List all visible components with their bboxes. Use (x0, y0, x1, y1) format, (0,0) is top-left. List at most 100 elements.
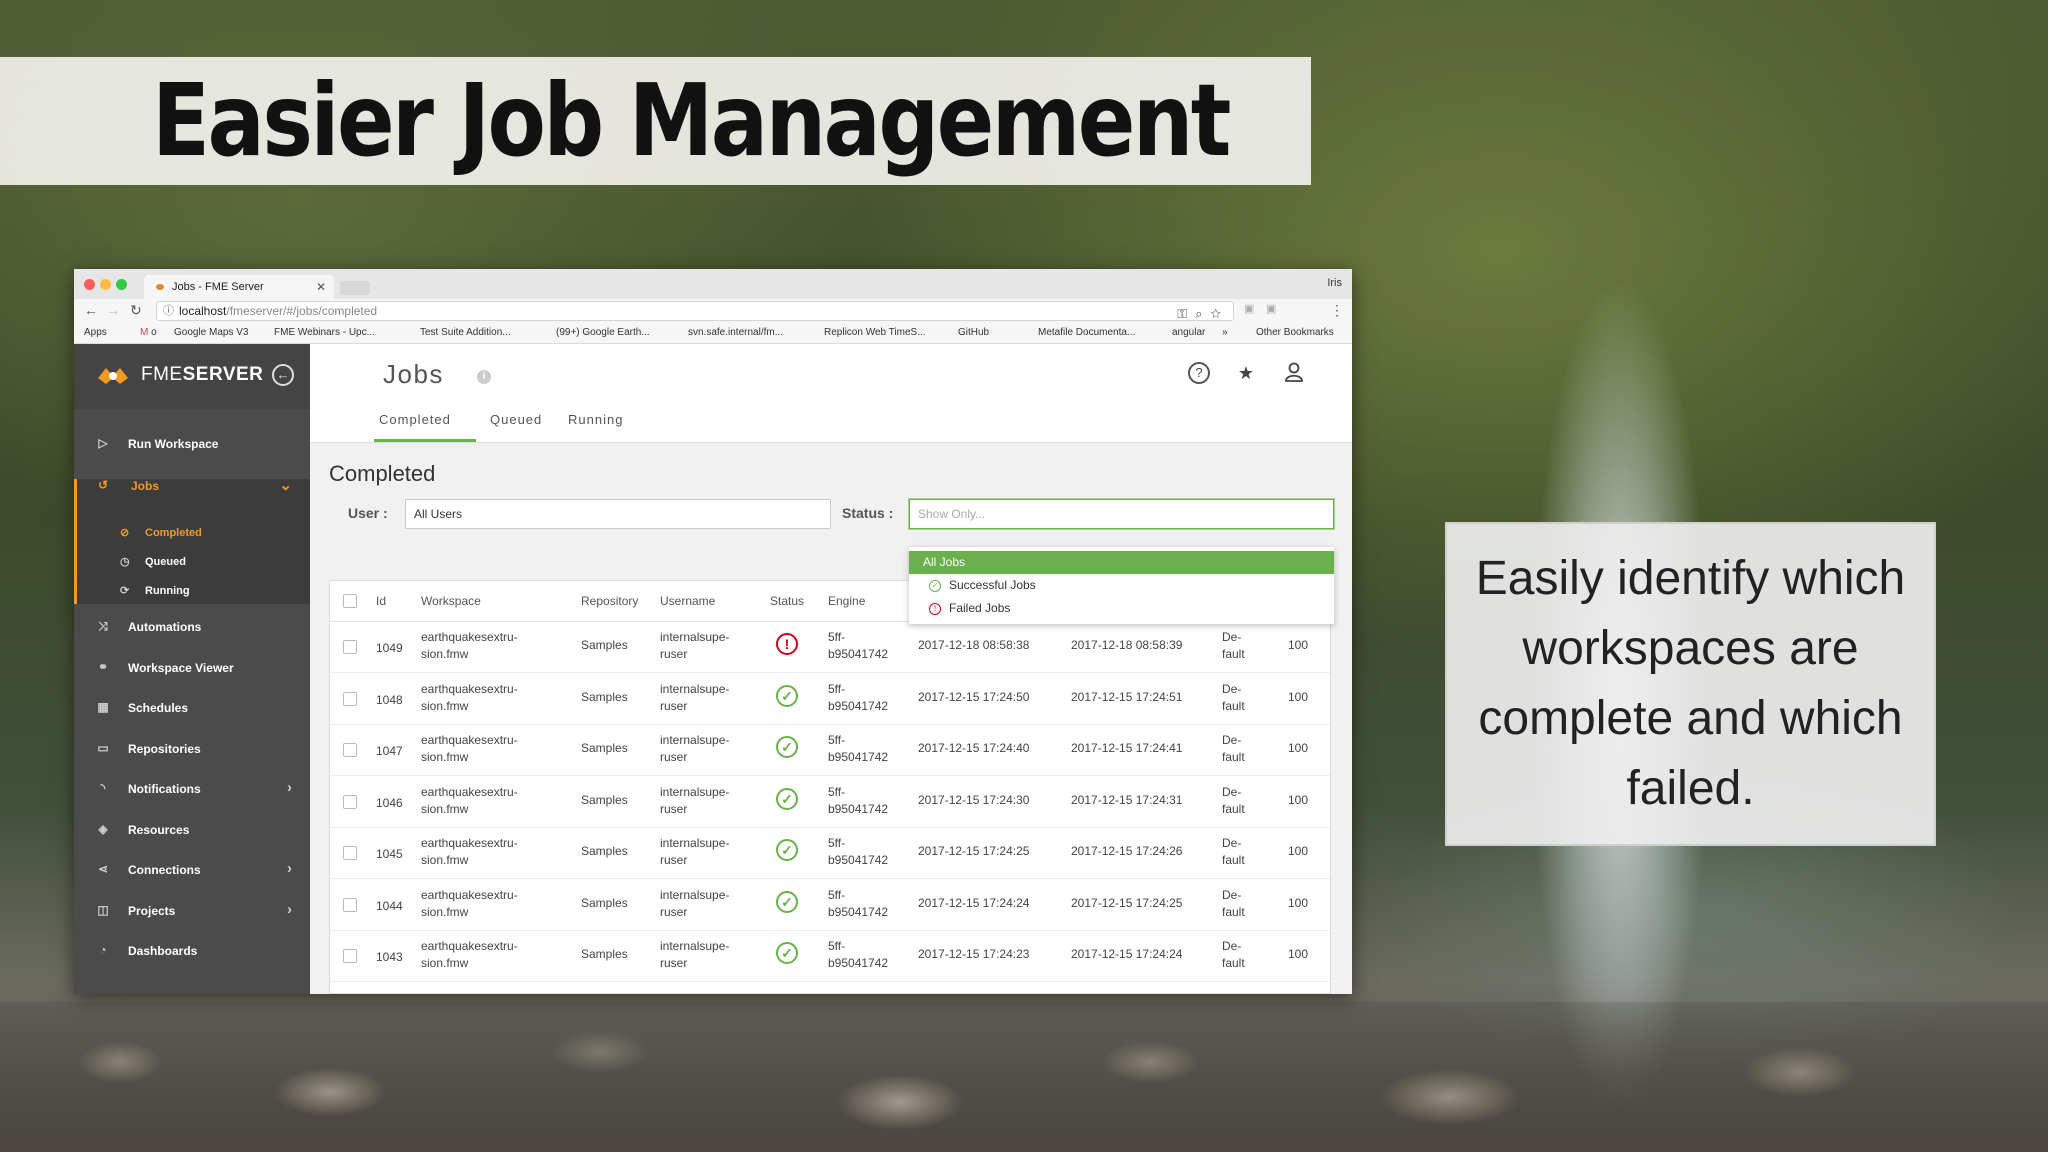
info-icon[interactable]: i (477, 370, 491, 384)
extension-icon-2[interactable]: ▣ (1266, 302, 1276, 315)
browser-window: Jobs - FME Server ✕ Iris ← → ↻ ⓘ localho… (74, 269, 1352, 994)
sidebar-item-connections[interactable]: ⋖ Connections › (74, 852, 310, 888)
tab-running[interactable]: Running (560, 404, 640, 442)
sidebar-item-notifications[interactable]: ◝ Notifications › (74, 771, 310, 807)
cell-workspace: earthquakesextru- (421, 733, 518, 747)
forward-arrow-icon[interactable]: → (106, 302, 120, 318)
cell-repository: Samples (581, 689, 628, 704)
close-tab-icon[interactable]: ✕ (316, 275, 326, 299)
cell-queue: fault (1222, 698, 1245, 713)
table-row[interactable]: 1045 earthquakesextru-sion.fmw Samples inte… (330, 827, 1330, 879)
help-icon[interactable]: ? (1188, 362, 1210, 384)
column-header-id[interactable]: Id (376, 594, 386, 608)
sidebar-subitem-completed[interactable]: ⊘ Completed (74, 522, 310, 544)
bookmark-star-icon[interactable]: ☆ (1210, 306, 1229, 321)
url-field[interactable]: ⓘ localhost/fmeserver/#/jobs/completed ⚿… (156, 301, 1234, 321)
cell-queue: De- (1222, 887, 1242, 902)
tab-completed[interactable]: Completed (374, 404, 476, 442)
cell-username: internalsupe- (660, 681, 730, 696)
cell-workspace: sion.fmw (421, 801, 469, 816)
cell-priority: 100 (1288, 689, 1309, 704)
sidebar-item-run-workspace[interactable]: ▷ Run Workspace (74, 426, 310, 462)
select-all-checkbox[interactable] (343, 594, 357, 608)
user-filter-select[interactable]: All Users (405, 499, 831, 529)
cell-queue: fault (1222, 647, 1245, 661)
check-circle-icon: ⊘ (120, 527, 130, 539)
row-checkbox[interactable] (343, 743, 357, 757)
row-checkbox[interactable] (343, 846, 357, 860)
table-row[interactable]: 1048 earthquakesextru-sion.fmw Samples inte… (330, 673, 1330, 725)
row-checkbox[interactable] (343, 640, 357, 654)
close-window-button[interactable] (84, 279, 95, 290)
sidebar-item-automations[interactable]: ⤨ Automations (74, 609, 310, 645)
cell-queue: fault (1222, 904, 1245, 919)
table-row[interactable]: 1046 earthquakesextru-sion.fmw Samples inte… (330, 776, 1330, 828)
bookmark-item[interactable]: Metafile Documenta... (1038, 327, 1135, 338)
callout-box: Easily identify which workspaces are com… (1445, 522, 1936, 846)
column-header-workspace[interactable]: Workspace (421, 594, 481, 608)
status-filter-input[interactable]: Show Only... (909, 499, 1334, 529)
extension-icon[interactable]: ▣ (1244, 302, 1254, 315)
cell-queue: De- (1222, 733, 1242, 747)
alert-circle-icon: ! (929, 603, 941, 615)
row-checkbox[interactable] (343, 794, 357, 809)
table-row[interactable]: 1047 earthquakesextru-sion.fmw Samples inte… (330, 724, 1330, 776)
sidebar-subitem-running[interactable]: ⟳ Running (74, 580, 310, 602)
new-tab-button[interactable] (340, 281, 370, 295)
sidebar-item-repositories[interactable]: ▭ Repositories (74, 731, 310, 767)
sidebar-item-dashboards[interactable]: ◔ Dashboards (74, 933, 310, 969)
url-path: /fmeserver/#/jobs/completed (226, 304, 378, 318)
minimize-window-button[interactable] (100, 279, 111, 290)
column-header-engine[interactable]: Engine (828, 594, 865, 608)
reload-icon[interactable]: ↻ (130, 302, 142, 319)
tab-queued[interactable]: Queued (482, 404, 552, 442)
chevron-down-icon: ⌄ (279, 477, 292, 494)
sidebar-item-resources[interactable]: ◈ Resources (74, 812, 310, 848)
bookmark-item[interactable]: svn.safe.internal/fm... (688, 327, 783, 338)
browser-menu-icon[interactable]: ⋮ (1330, 302, 1344, 319)
row-checkbox[interactable] (343, 897, 357, 912)
collapse-sidebar-icon[interactable]: ← (272, 364, 294, 386)
key-icon[interactable]: ⚿ (1177, 306, 1195, 321)
table-row[interactable]: 1044 earthquakesextru-sion.fmw Samples inte… (330, 879, 1330, 931)
bookmark-item[interactable]: GitHub (958, 327, 989, 338)
column-header-status[interactable]: Status (770, 594, 804, 608)
bookmark-item[interactable]: o (151, 327, 157, 338)
column-header-username[interactable]: Username (660, 594, 715, 608)
bookmark-item[interactable]: Google Maps V3 (174, 327, 249, 338)
sidebar-item-schedules[interactable]: ▦ Schedules (74, 690, 310, 726)
back-arrow-icon[interactable]: ← (84, 302, 98, 318)
row-checkbox[interactable] (343, 691, 357, 706)
bookmark-item[interactable]: Test Suite Addition... (420, 327, 511, 338)
row-checkbox[interactable] (343, 949, 357, 963)
table-row[interactable]: 1049 earthquakesextru-sion.fmw Samples inte… (330, 621, 1330, 673)
sidebar-item-jobs[interactable]: ↺ Jobs ⌄ (74, 468, 310, 504)
cell-repository: Samples (581, 741, 628, 755)
sidebar-subitem-queued[interactable]: ◷ Queued (74, 551, 310, 573)
bookmark-item[interactable]: Apps (84, 327, 107, 338)
sidebar-item-projects[interactable]: ◫ Projects › (74, 893, 310, 929)
bookmark-item[interactable]: angular (1172, 327, 1205, 338)
column-header-repository[interactable]: Repository (581, 594, 638, 608)
cell-username: ruser (660, 801, 688, 816)
browser-tab[interactable]: Jobs - FME Server ✕ (144, 275, 334, 299)
site-info-icon[interactable]: ⓘ (163, 302, 174, 320)
dropdown-option-failed-jobs[interactable]: ! Failed Jobs (909, 597, 1334, 620)
bookmark-item[interactable]: FME Webinars - Upc... (274, 327, 375, 338)
zoom-icon[interactable]: ⌕ (1195, 306, 1210, 321)
binoculars-icon: ⚭ (97, 660, 109, 674)
sidebar-item-workspace-viewer[interactable]: ⚭ Workspace Viewer (74, 650, 310, 686)
bookmarks-overflow[interactable]: » (1222, 327, 1228, 338)
dropdown-option-all-jobs[interactable]: All Jobs (909, 551, 1334, 574)
profile-name[interactable]: Iris (1327, 277, 1342, 289)
bookmark-item[interactable]: Other Bookmarks (1256, 327, 1334, 338)
star-icon[interactable]: ★ (1235, 362, 1257, 384)
user-icon[interactable] (1283, 362, 1305, 384)
maximize-window-button[interactable] (116, 279, 127, 290)
book-icon: ◫ (97, 903, 109, 917)
jobs-table: Id Workspace Repository Username Status … (329, 580, 1331, 994)
bookmark-item[interactable]: (99+) Google Earth... (556, 327, 650, 338)
table-row[interactable]: 1043 earthquakesextru-sion.fmw Samples inte… (330, 930, 1330, 982)
dropdown-option-successful-jobs[interactable]: ✓ Successful Jobs (909, 574, 1334, 597)
bookmark-item[interactable]: Replicon Web TimeS... (824, 327, 926, 338)
